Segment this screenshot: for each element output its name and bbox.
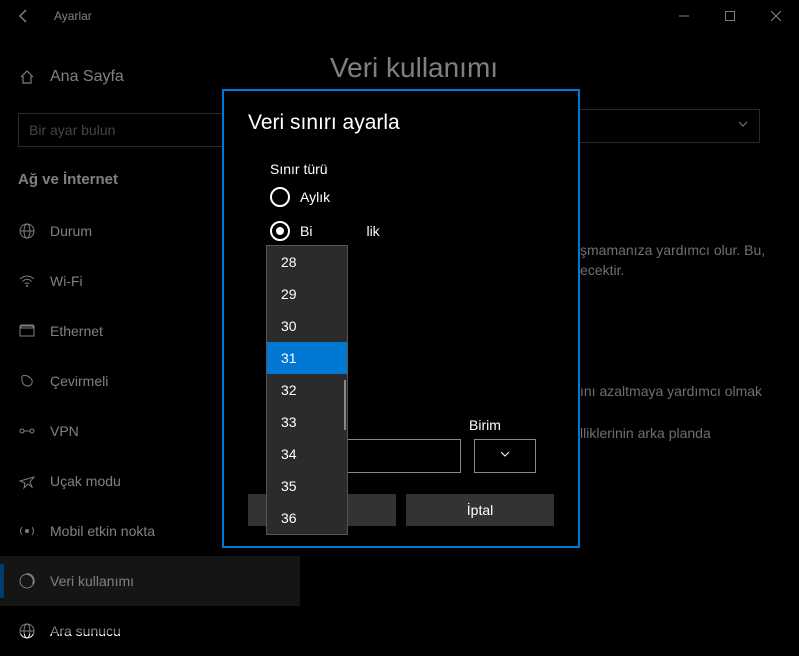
flyout-item[interactable]: 36 (267, 502, 347, 534)
flyout-item[interactable]: 34 (267, 438, 347, 470)
radio-onetime[interactable]: Bi lik (270, 221, 554, 241)
radio-monthly[interactable]: Aylık (270, 187, 554, 207)
flyout-item[interactable]: 33 (267, 406, 347, 438)
flyout-item[interactable]: 32 (267, 374, 347, 406)
flyout-scrollbar[interactable] (344, 380, 346, 430)
dialog-title: Veri sınırı ayarla (248, 111, 554, 135)
unit-select[interactable] (474, 439, 536, 473)
chevron-down-icon (499, 447, 511, 465)
flyout-item[interactable]: 29 (267, 278, 347, 310)
cancel-button[interactable]: İptal (406, 494, 554, 526)
radio-label-partial: Bi (300, 223, 312, 239)
radio-label-suffix: lik (366, 223, 379, 239)
flyout-item-selected[interactable]: 31 (267, 342, 347, 374)
radio-icon (270, 187, 290, 207)
unit-label: Birim (469, 417, 501, 433)
radio-icon (270, 221, 290, 241)
flyout-item[interactable]: 30 (267, 310, 347, 342)
radio-label: Aylık (300, 189, 330, 205)
flyout-item[interactable]: 35 (267, 470, 347, 502)
limit-type-label: Sınır türü (270, 161, 554, 177)
days-flyout[interactable]: 28 29 30 31 32 33 34 35 36 (266, 245, 348, 535)
flyout-item[interactable]: 28 (267, 246, 347, 278)
